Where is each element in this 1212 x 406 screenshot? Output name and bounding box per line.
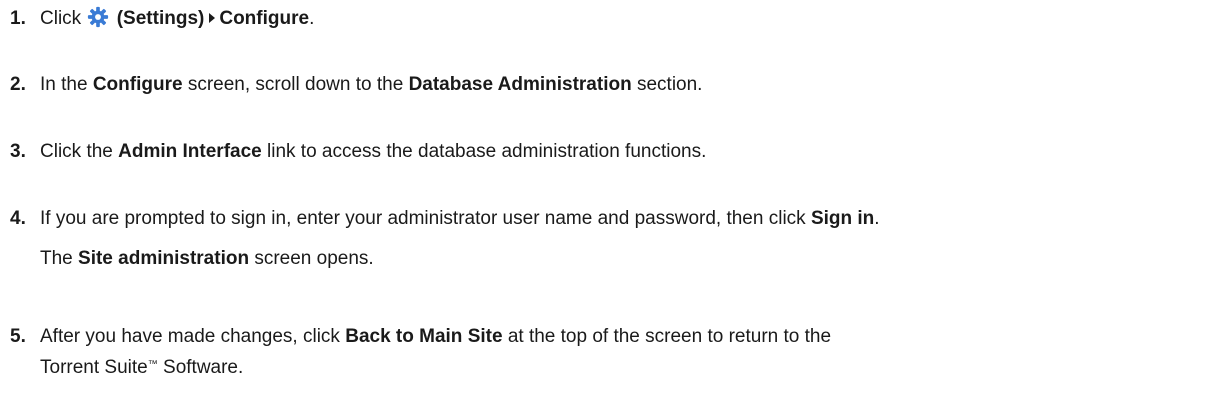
procedure-steps: 1. Click (Settings) Configure. 2. In the… [0,0,1212,406]
step-text-pre: Click the [40,141,113,162]
step-result: The Site administration screen opens. [40,245,1190,273]
database-administration-label: Database Administration [408,74,632,95]
step-text: If you are prompted to sign in, enter yo… [40,205,1190,273]
menu-caret-icon [209,13,216,23]
step-text: In the Configure screen, scroll down to … [40,71,1190,99]
step-text-end: at the top of the screen to return to th… [507,326,832,347]
step-text-end: . [309,8,315,29]
step-number: 2. [10,74,26,95]
configure-label: Configure [92,74,183,95]
step-text: Click (Settings) Configure. [40,5,1190,33]
step-text: After you have made changes, click Back … [40,323,1190,382]
step-text-mid: screen, scroll down to the [187,74,404,95]
sign-in-label: Sign in [810,208,875,229]
step-text-click: Click [40,8,82,29]
step-text-end: Software. [163,357,244,378]
step-text-end: section. [636,74,703,95]
back-to-main-site-label: Back to Main Site [345,326,503,347]
step-text-pre: After you have made changes, click [40,326,340,347]
configure-label: Configure [219,8,310,29]
product-name: Torrent Suite [40,357,148,378]
step-result-end: screen opens. [254,248,374,269]
admin-interface-label: Admin Interface [118,141,262,162]
step-number: 1. [10,8,26,29]
step-number: 4. [10,208,26,229]
step-result-pre: The [40,248,73,269]
site-administration-label: Site administration [78,248,250,269]
settings-label: (Settings) [116,8,205,29]
step-text: Click the Admin Interface link to access… [40,138,1190,166]
step-text-end: link to access the database administrati… [267,141,707,162]
gear-icon [88,6,109,28]
step-text-end: . [874,208,880,229]
step-number: 3. [10,141,26,162]
trademark-symbol: ™ [147,359,158,370]
step-text-pre: In the [40,74,88,95]
step-text-pre: If you are prompted to sign in, enter yo… [40,208,806,229]
step-number: 5. [10,326,26,347]
